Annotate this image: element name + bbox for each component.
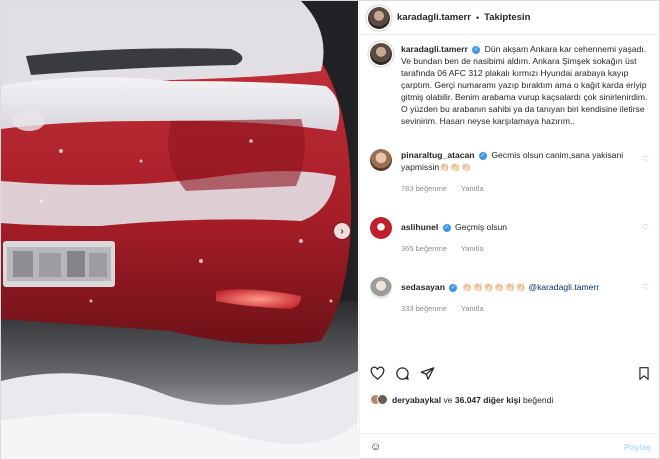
like-comment-icon[interactable]: ♡ xyxy=(642,223,649,232)
heart-icon xyxy=(370,366,385,380)
chevron-right-icon: › xyxy=(340,225,344,237)
reply-button[interactable]: Yanıtla xyxy=(461,184,484,193)
post-comment-button[interactable]: Paylaş xyxy=(624,442,651,452)
likes-summary: deryabaykal ve 36.047 diğer kişi beğendi xyxy=(370,394,553,405)
like-button[interactable] xyxy=(370,366,385,386)
comment-likes[interactable]: 365 beğenme xyxy=(401,244,447,253)
comment-composer: ☺ Paylaş xyxy=(360,433,660,459)
liker-username[interactable]: deryabaykal xyxy=(392,395,441,405)
car-in-snow-image xyxy=(1,1,358,459)
liker-avatar[interactable] xyxy=(377,394,388,405)
likes-connector: ve xyxy=(443,394,453,405)
follow-status-button[interactable]: Takiptesin xyxy=(484,12,530,23)
comment-likes[interactable]: 333 beğenme xyxy=(401,304,447,313)
commenter-username[interactable]: sedasayan xyxy=(401,282,445,292)
next-photo-button[interactable]: › xyxy=(334,223,350,239)
comment-text: Geçmiş olsun xyxy=(455,222,508,232)
paper-plane-icon xyxy=(420,367,435,380)
author-avatar[interactable] xyxy=(368,6,390,29)
like-comment-icon[interactable]: ♡ xyxy=(642,283,649,292)
verified-icon: ✓ xyxy=(472,45,481,54)
comment-item: sedasayan ✓ 👏🏻👏🏻👏🏻👏🏻👏🏻👏🏻 @karadagli.tame… xyxy=(370,277,651,315)
post-photo[interactable]: › xyxy=(1,1,358,459)
share-button[interactable] xyxy=(420,366,435,386)
comment-likes[interactable]: 783 beğenme xyxy=(401,184,447,193)
separator-dot: • xyxy=(475,12,480,23)
action-bar xyxy=(370,366,435,386)
verified-icon: ✓ xyxy=(478,151,487,160)
commenter-avatar[interactable] xyxy=(370,149,392,171)
comment-input[interactable] xyxy=(389,442,625,452)
mention-link[interactable]: @karadagli.tamerr xyxy=(528,282,599,292)
instagram-post-modal: › karadagli.tamerr • Takiptesin karadagl… xyxy=(0,0,660,459)
comment-item: aslihunel ✓ Geçmiş olsun 365 beğenme Yan… xyxy=(370,217,651,255)
comment-text: 👏🏻👏🏻👏🏻👏🏻👏🏻👏🏻 xyxy=(461,282,526,292)
save-button[interactable] xyxy=(637,366,651,386)
caption: karadagli.tamerr ✓ Dün akşam Ankara kar … xyxy=(370,43,651,127)
commenter-username[interactable]: aslihunel xyxy=(401,222,438,232)
comment-item: pinaraltug_atacan ✓ Gecmis olsun canim,s… xyxy=(370,149,651,195)
verified-icon: ✓ xyxy=(449,283,458,292)
commenter-avatar[interactable] xyxy=(370,217,392,239)
bookmark-icon xyxy=(639,367,649,380)
like-comment-icon[interactable]: ♡ xyxy=(642,155,649,164)
reply-button[interactable]: Yanıtla xyxy=(461,244,484,253)
reply-button[interactable]: Yanıtla xyxy=(461,304,484,313)
caption-avatar[interactable] xyxy=(370,43,392,65)
post-details-panel: karadagli.tamerr • Takiptesin karadagli.… xyxy=(359,1,660,459)
emoji-icon[interactable]: ☺ xyxy=(370,441,381,453)
comment-button[interactable] xyxy=(395,366,410,386)
comment-icon xyxy=(396,367,409,380)
commenter-username[interactable]: pinaraltug_atacan xyxy=(401,150,475,160)
caption-username[interactable]: karadagli.tamerr xyxy=(401,44,468,54)
author-username[interactable]: karadagli.tamerr xyxy=(397,12,471,23)
post-header: karadagli.tamerr • Takiptesin xyxy=(360,1,660,35)
comments-list: karadagli.tamerr ✓ Dün akşam Ankara kar … xyxy=(360,43,660,355)
likes-count[interactable]: 36.047 diğer kişi xyxy=(455,395,521,405)
verified-icon: ✓ xyxy=(442,223,451,232)
likes-suffix: beğendi xyxy=(522,394,554,405)
commenter-avatar[interactable] xyxy=(370,277,392,299)
caption-text: Dün akşam Ankara kar cehennemi yaşadı. V… xyxy=(401,44,648,126)
